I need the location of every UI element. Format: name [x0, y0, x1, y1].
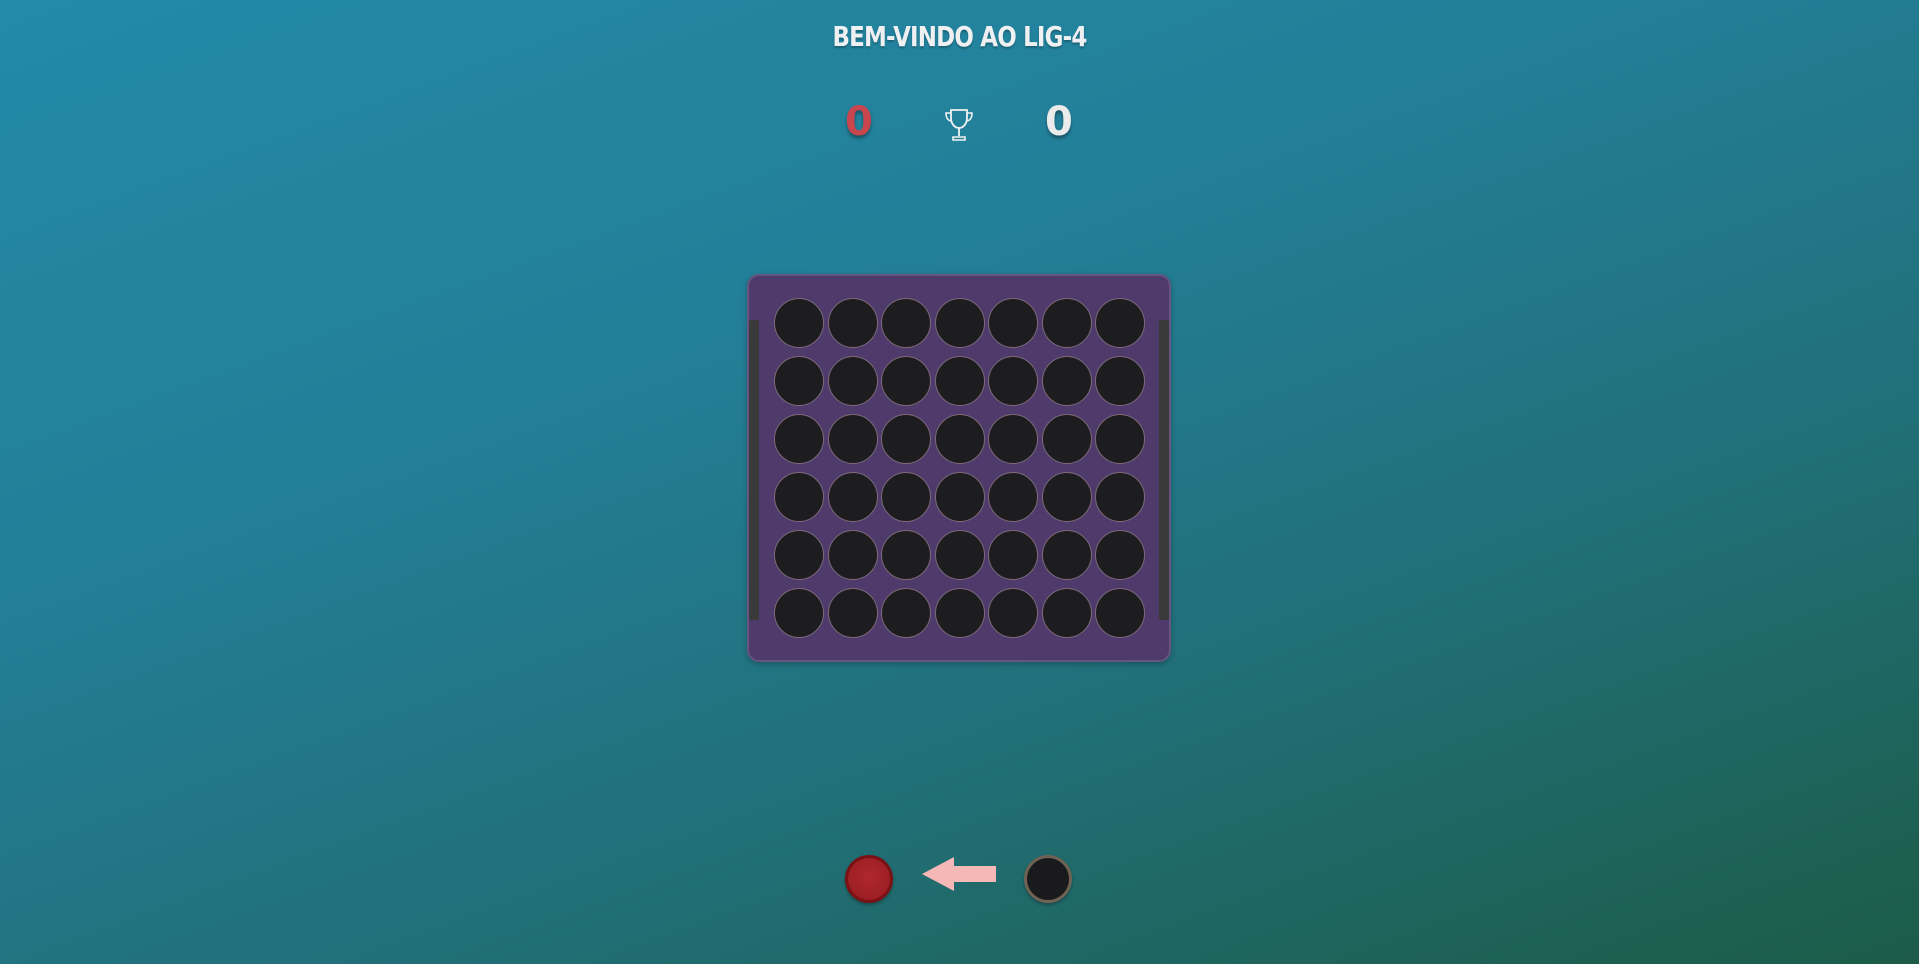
board-cell[interactable] [1041, 298, 1092, 348]
red-player-chip [845, 855, 893, 903]
arrow-left-icon [922, 857, 996, 891]
board-cell[interactable] [1095, 414, 1145, 464]
board-cell[interactable] [774, 588, 824, 638]
board-cell[interactable] [774, 356, 824, 406]
turn-indicator [0, 854, 1919, 904]
board-cell[interactable] [1041, 530, 1092, 580]
board-cell[interactable] [1095, 298, 1145, 348]
board-cell[interactable] [934, 356, 985, 406]
board-cell[interactable] [934, 530, 985, 580]
black-player-score: 0 [1045, 99, 1073, 145]
board-cell[interactable] [934, 414, 985, 464]
board-cell[interactable] [988, 298, 1038, 348]
board-right-rail [1159, 320, 1169, 620]
trophy-icon [945, 109, 973, 141]
board-cell[interactable] [774, 298, 824, 348]
board-cell[interactable] [881, 414, 931, 464]
board-cell[interactable] [881, 530, 931, 580]
board-cell[interactable] [827, 588, 878, 638]
board-cell[interactable] [934, 472, 985, 522]
board-cell[interactable] [1041, 588, 1092, 638]
board-cell[interactable] [1041, 472, 1092, 522]
board-cell[interactable] [1095, 356, 1145, 406]
black-player-chip [1024, 855, 1072, 903]
board-grid [774, 298, 1145, 638]
board-cell[interactable] [934, 588, 985, 638]
board-cell[interactable] [827, 414, 878, 464]
board-cell[interactable] [774, 414, 824, 464]
board-cell[interactable] [1041, 356, 1092, 406]
board-cell[interactable] [881, 356, 931, 406]
board-cell[interactable] [827, 298, 878, 348]
board-cell[interactable] [988, 588, 1038, 638]
board-cell[interactable] [1095, 472, 1145, 522]
board-cell[interactable] [988, 356, 1038, 406]
board-left-rail [749, 320, 759, 620]
board-cell[interactable] [1041, 414, 1092, 464]
board-cell[interactable] [988, 414, 1038, 464]
board-cell[interactable] [827, 530, 878, 580]
scoreboard: 0 0 [0, 100, 1919, 150]
game-board [747, 274, 1171, 662]
board-cell[interactable] [774, 472, 824, 522]
board-cell[interactable] [881, 472, 931, 522]
board-cell[interactable] [774, 530, 824, 580]
board-cell[interactable] [881, 588, 931, 638]
board-cell[interactable] [827, 356, 878, 406]
board-cell[interactable] [988, 530, 1038, 580]
board-cell[interactable] [827, 472, 878, 522]
page-title: BEM-VINDO AO LIG-4 [832, 20, 1087, 53]
board-cell[interactable] [881, 298, 931, 348]
board-cell[interactable] [1095, 588, 1145, 638]
red-player-score: 0 [845, 99, 873, 145]
board-cell[interactable] [934, 298, 985, 348]
board-cell[interactable] [988, 472, 1038, 522]
board-cell[interactable] [1095, 530, 1145, 580]
